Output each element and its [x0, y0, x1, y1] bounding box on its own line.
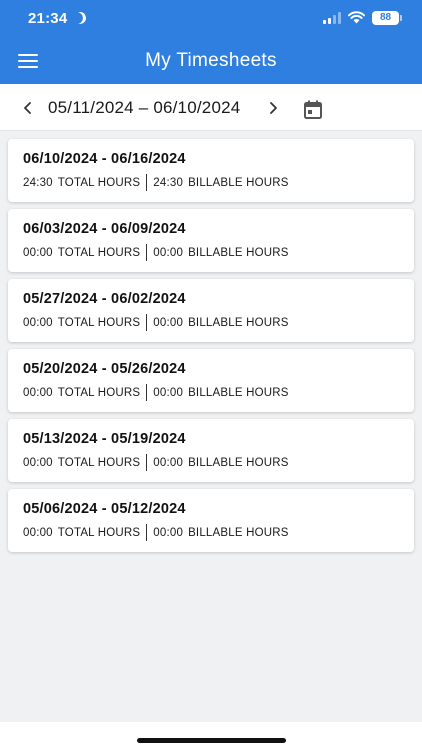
billable-hours-label: BILLABLE HOURS — [188, 526, 289, 539]
divider — [146, 174, 148, 191]
timesheet-card[interactable]: 06/10/2024 - 06/16/2024 24:30 TOTAL HOUR… — [8, 139, 414, 202]
timesheet-card[interactable]: 05/20/2024 - 05/26/2024 00:00 TOTAL HOUR… — [8, 349, 414, 412]
date-range-bar: 05/11/2024 – 06/10/2024 — [0, 84, 422, 131]
home-indicator[interactable] — [137, 738, 286, 743]
date-range-label: 05/11/2024 – 06/10/2024 — [48, 98, 241, 117]
chevron-right-icon[interactable] — [265, 100, 281, 116]
timesheet-period: 05/13/2024 - 05/19/2024 — [23, 431, 186, 447]
total-hours-value: 00:00 — [23, 456, 53, 469]
calendar-icon[interactable] — [303, 100, 323, 120]
billable-hours-value: 00:00 — [153, 316, 184, 329]
billable-hours-value: 00:00 — [153, 526, 184, 539]
do-not-disturb-moon-icon — [72, 10, 87, 25]
total-hours-label: TOTAL HOURS — [57, 316, 141, 329]
billable-hours-label: BILLABLE HOURS — [188, 316, 289, 329]
divider — [146, 524, 148, 541]
app-bar: My Timesheets — [0, 36, 422, 84]
timesheet-period: 05/06/2024 - 05/12/2024 — [23, 501, 186, 517]
bottom-safe-area — [0, 722, 422, 750]
timesheet-list: 06/10/2024 - 06/16/2024 24:30 TOTAL HOUR… — [0, 131, 422, 552]
timesheet-hours: 00:00 TOTAL HOURS 00:00 BILLABLE HOURS — [23, 384, 289, 401]
total-hours-label: TOTAL HOURS — [57, 386, 141, 399]
total-hours-value: 00:00 — [23, 386, 53, 399]
billable-hours-label: BILLABLE HOURS — [188, 456, 289, 469]
total-hours-value: 24:30 — [23, 176, 53, 189]
timesheet-hours: 00:00 TOTAL HOURS 00:00 BILLABLE HOURS — [23, 454, 289, 471]
cellular-signal-icon — [323, 12, 341, 24]
wifi-icon — [348, 11, 365, 24]
divider — [146, 454, 148, 471]
header: 21:34 88 My Timesheets — [0, 0, 422, 84]
billable-hours-label: BILLABLE HOURS — [188, 176, 289, 189]
timesheet-period: 05/27/2024 - 06/02/2024 — [23, 291, 186, 307]
total-hours-value: 00:00 — [23, 526, 53, 539]
chevron-left-icon[interactable] — [20, 100, 36, 116]
battery-tip — [400, 15, 402, 21]
billable-hours-value: 24:30 — [153, 176, 184, 189]
timesheet-card[interactable]: 06/03/2024 - 06/09/2024 00:00 TOTAL HOUR… — [8, 209, 414, 272]
billable-hours-value: 00:00 — [153, 386, 184, 399]
timesheet-hours: 00:00 TOTAL HOURS 00:00 BILLABLE HOURS — [23, 314, 289, 331]
total-hours-label: TOTAL HOURS — [57, 456, 141, 469]
billable-hours-value: 00:00 — [153, 456, 184, 469]
timesheet-hours: 00:00 TOTAL HOURS 00:00 BILLABLE HOURS — [23, 524, 289, 541]
billable-hours-label: BILLABLE HOURS — [188, 386, 289, 399]
timesheet-period: 06/10/2024 - 06/16/2024 — [23, 151, 186, 167]
timesheet-period: 06/03/2024 - 06/09/2024 — [23, 221, 186, 237]
divider — [146, 314, 148, 331]
total-hours-label: TOTAL HOURS — [57, 526, 141, 539]
total-hours-value: 00:00 — [23, 246, 53, 259]
status-bar: 21:34 88 — [0, 0, 422, 36]
total-hours-label: TOTAL HOURS — [57, 246, 141, 259]
battery-indicator: 88 — [372, 11, 399, 25]
billable-hours-value: 00:00 — [153, 246, 184, 259]
timesheet-hours: 00:00 TOTAL HOURS 00:00 BILLABLE HOURS — [23, 244, 289, 261]
total-hours-label: TOTAL HOURS — [57, 176, 141, 189]
status-time: 21:34 — [28, 10, 68, 27]
total-hours-value: 00:00 — [23, 316, 53, 329]
divider — [146, 244, 148, 261]
timesheet-hours: 24:30 TOTAL HOURS 24:30 BILLABLE HOURS — [23, 174, 289, 191]
timesheet-card[interactable]: 05/13/2024 - 05/19/2024 00:00 TOTAL HOUR… — [8, 419, 414, 482]
timesheet-card[interactable]: 05/06/2024 - 05/12/2024 00:00 TOTAL HOUR… — [8, 489, 414, 552]
page-title: My Timesheets — [145, 50, 277, 71]
divider — [146, 384, 148, 401]
timesheet-card[interactable]: 05/27/2024 - 06/02/2024 00:00 TOTAL HOUR… — [8, 279, 414, 342]
timesheet-period: 05/20/2024 - 05/26/2024 — [23, 361, 186, 377]
billable-hours-label: BILLABLE HOURS — [188, 246, 289, 259]
